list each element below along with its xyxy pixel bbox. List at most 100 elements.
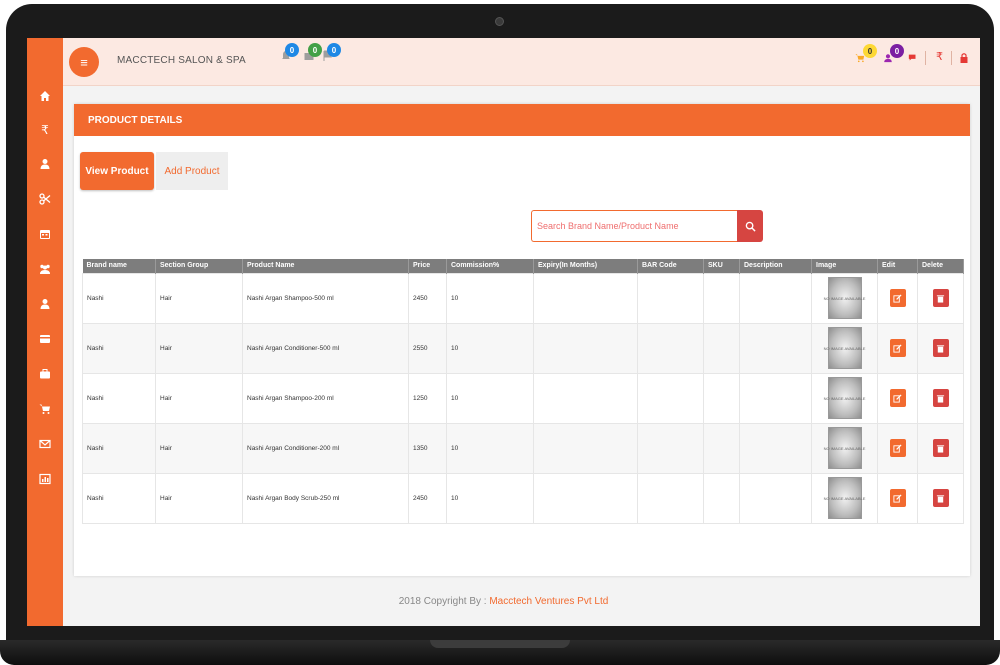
delete-button[interactable] bbox=[932, 389, 949, 407]
column-header: SKU bbox=[703, 259, 740, 273]
product-thumbnail[interactable]: NO IMAGE AVAILABLE bbox=[824, 277, 865, 319]
delete-button[interactable] bbox=[932, 289, 949, 307]
cell-price: 1250 bbox=[408, 372, 447, 424]
column-header: Price bbox=[408, 259, 447, 273]
edit-button[interactable] bbox=[889, 339, 906, 357]
sidebar-item-products[interactable] bbox=[27, 398, 63, 420]
chat-icon[interactable] bbox=[908, 52, 918, 64]
search-button[interactable] bbox=[737, 210, 763, 242]
delete-button[interactable] bbox=[932, 489, 949, 507]
product-details-panel: PRODUCT DETAILS View Product Add Product… bbox=[74, 104, 970, 576]
cell-section: Hair bbox=[155, 472, 243, 524]
table-row: Nashi Hair Nashi Argan Shampoo-200 ml 12… bbox=[82, 372, 964, 424]
cell-commission: 10 bbox=[446, 372, 534, 424]
cell-expiry bbox=[533, 372, 638, 424]
sidebar-item-staff[interactable] bbox=[27, 258, 63, 280]
briefcase-icon bbox=[40, 369, 50, 379]
sidebar-item-home[interactable] bbox=[27, 85, 63, 107]
cell-edit bbox=[877, 372, 918, 424]
cart-icon bbox=[39, 404, 50, 414]
cell-section: Hair bbox=[155, 422, 243, 474]
divider bbox=[951, 51, 952, 65]
sidebar-item-clients[interactable] bbox=[27, 153, 63, 175]
cell-edit bbox=[877, 322, 918, 374]
sidebar-item-services[interactable] bbox=[27, 188, 63, 210]
product-thumbnail[interactable]: NO IMAGE AVAILABLE bbox=[824, 377, 865, 419]
cell-price: 2550 bbox=[408, 322, 447, 374]
cell-product: Nashi Argan Shampoo-200 ml bbox=[242, 372, 409, 424]
sidebar-item-inventory[interactable] bbox=[27, 363, 63, 385]
cell-price: 2450 bbox=[408, 472, 447, 524]
product-table: Brand name Section Group Product Name Pr… bbox=[82, 259, 964, 524]
column-header: Delete bbox=[917, 259, 964, 273]
tab-add-product[interactable]: Add Product bbox=[156, 152, 228, 190]
product-thumbnail[interactable]: NO IMAGE AVAILABLE bbox=[824, 427, 865, 469]
rupee-icon: ₹ bbox=[41, 123, 49, 137]
cell-barcode bbox=[637, 472, 704, 524]
trash-icon bbox=[936, 394, 945, 403]
cell-edit bbox=[877, 422, 918, 474]
cell-product: Nashi Argan Body Scrub-250 ml bbox=[242, 472, 409, 524]
edit-button[interactable] bbox=[889, 489, 906, 507]
laptop-frame: ₹ ≡ MACCTECH SALON & SPA 0 0 0 0 0 ₹ PRO… bbox=[0, 0, 1000, 665]
mail-icon bbox=[39, 439, 51, 449]
cell-expiry bbox=[533, 422, 638, 474]
cell-expiry bbox=[533, 472, 638, 524]
cell-product: Nashi Argan Shampoo-500 ml bbox=[242, 272, 409, 324]
column-header: Commission% bbox=[446, 259, 534, 273]
cell-price: 2450 bbox=[408, 272, 447, 324]
cell-barcode bbox=[637, 372, 704, 424]
search-bar bbox=[531, 210, 763, 242]
column-header: Section Group bbox=[155, 259, 243, 273]
edit-button[interactable] bbox=[889, 389, 906, 407]
delete-button[interactable] bbox=[932, 339, 949, 357]
sidebar-item-messages[interactable] bbox=[27, 433, 63, 455]
menu-toggle-button[interactable]: ≡ bbox=[69, 47, 99, 77]
report-icon bbox=[39, 473, 51, 485]
table-row: Nashi Hair Nashi Argan Shampoo-500 ml 24… bbox=[82, 272, 964, 324]
scissors-icon bbox=[39, 193, 51, 205]
cell-section: Hair bbox=[155, 322, 243, 374]
webcam bbox=[495, 17, 504, 26]
column-header: Edit bbox=[877, 259, 918, 273]
search-input[interactable] bbox=[531, 210, 737, 242]
cell-sku bbox=[703, 322, 740, 374]
cell-commission: 10 bbox=[446, 472, 534, 524]
delete-button[interactable] bbox=[932, 439, 949, 457]
cell-commission: 10 bbox=[446, 322, 534, 374]
lock-icon[interactable] bbox=[959, 52, 969, 64]
trash-icon bbox=[936, 344, 945, 353]
sidebar-item-employees[interactable] bbox=[27, 293, 63, 315]
cell-sku bbox=[703, 372, 740, 424]
user-badge: 0 bbox=[890, 44, 904, 58]
sidebar-item-appointments[interactable] bbox=[27, 223, 63, 245]
company-link[interactable]: Macctech Ventures Pvt Ltd bbox=[489, 596, 608, 607]
sidebar-item-finance[interactable]: ₹ bbox=[27, 119, 63, 141]
cart-badge: 0 bbox=[863, 44, 877, 58]
product-thumbnail[interactable]: NO IMAGE AVAILABLE bbox=[824, 477, 865, 519]
column-header: BAR Code bbox=[637, 259, 704, 273]
cell-brand: Nashi bbox=[82, 472, 156, 524]
cell-commission: 10 bbox=[446, 422, 534, 474]
column-header: Expiry(In Months) bbox=[533, 259, 638, 273]
power-icon[interactable] bbox=[979, 52, 980, 64]
tab-view-product[interactable]: View Product bbox=[80, 152, 154, 190]
edit-button[interactable] bbox=[889, 289, 906, 307]
cell-brand: Nashi bbox=[82, 422, 156, 474]
home-icon bbox=[40, 91, 50, 101]
section-title: PRODUCT DETAILS bbox=[74, 104, 970, 136]
cell-section: Hair bbox=[155, 372, 243, 424]
rupee-icon[interactable]: ₹ bbox=[936, 50, 943, 63]
product-thumbnail[interactable]: NO IMAGE AVAILABLE bbox=[824, 327, 865, 369]
sidebar-item-billing[interactable] bbox=[27, 328, 63, 350]
cell-barcode bbox=[637, 272, 704, 324]
sidebar-item-reports[interactable] bbox=[27, 468, 63, 490]
cell-description bbox=[739, 472, 812, 524]
cell-product: Nashi Argan Conditioner-500 ml bbox=[242, 322, 409, 374]
cell-delete bbox=[917, 472, 964, 524]
edit-icon bbox=[893, 443, 902, 453]
cell-description bbox=[739, 322, 812, 374]
user-icon bbox=[40, 299, 50, 309]
task-badge: 0 bbox=[327, 43, 341, 57]
edit-button[interactable] bbox=[889, 439, 906, 457]
